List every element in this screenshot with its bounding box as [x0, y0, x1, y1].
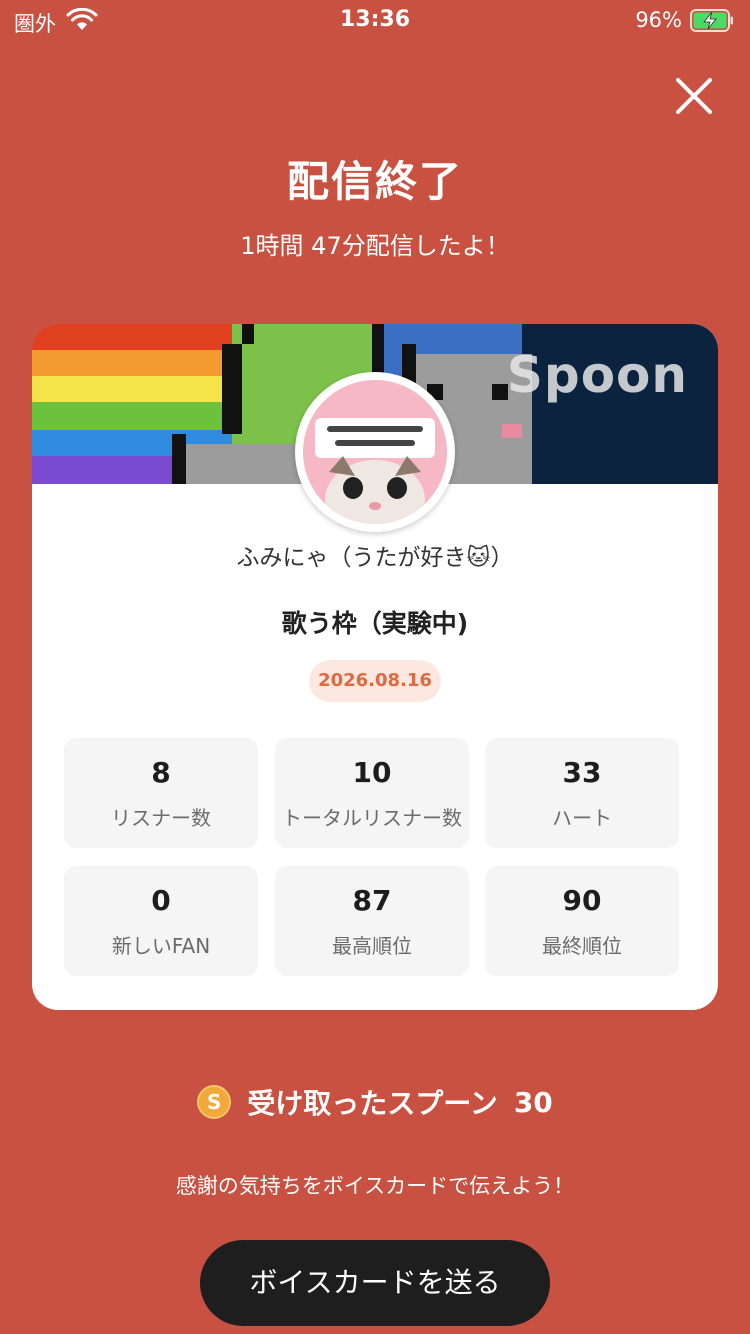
status-bar: 圏外 13:36 96% — [0, 0, 750, 44]
stat-highest-rank: 87 最高順位 — [275, 866, 469, 976]
close-icon[interactable] — [672, 74, 716, 118]
stat-new-fans: 0 新しいFAN — [64, 866, 258, 976]
send-voice-card-button[interactable]: ボイスカードを送る — [200, 1240, 550, 1326]
battery-percent: 96% — [635, 8, 682, 32]
stat-label: リスナー数 — [111, 806, 211, 830]
avatar[interactable] — [295, 372, 455, 532]
stat-label: トータルリスナー数 — [282, 806, 462, 830]
stat-label: 最高順位 — [332, 934, 412, 958]
stat-listeners: 8 リスナー数 — [64, 738, 258, 848]
broadcast-duration: 1時間 47分配信したよ！ — [240, 232, 510, 260]
page-title: 配信終了 — [286, 157, 463, 206]
dj-name: ふみにゃ（うたが好き🐱） — [236, 545, 514, 571]
stat-value: 8 — [151, 756, 171, 789]
stat-total-listeners: 10 トータルリスナー数 — [275, 738, 469, 848]
stat-value: 90 — [562, 884, 602, 917]
broadcast-date-badge: 2026.08.16 — [309, 660, 441, 702]
stat-label: 新しいFAN — [111, 934, 211, 958]
stat-label: 最終順位 — [542, 934, 622, 958]
stat-value: 10 — [352, 756, 392, 789]
stat-value: 0 — [151, 884, 171, 917]
spoon-coin-icon: S — [197, 1085, 232, 1119]
broadcast-summary-card: Spoon ふみにゃ（うたが好き🐱） 歌う枠（実験中) 2026.08.16 8… — [32, 324, 718, 1010]
stat-final-rank: 90 最終順位 — [485, 866, 679, 976]
received-spoons-label: 受け取ったスプーン — [247, 1087, 498, 1120]
broadcast-title: 歌う枠（実験中) — [281, 609, 469, 638]
avatar-image — [303, 380, 447, 524]
stat-hearts: 33 ハート — [485, 738, 679, 848]
thanks-message: 感謝の気持ちをボイスカードで伝えよう！ — [175, 1174, 575, 1198]
spoon-logo: Spoon — [506, 346, 688, 404]
received-spoons: S 受け取ったスプーン 30 — [0, 1082, 750, 1126]
stat-value: 33 — [562, 756, 602, 789]
stat-label: ハート — [552, 806, 612, 830]
battery-charging-icon — [690, 9, 733, 32]
stat-value: 87 — [352, 884, 392, 917]
received-spoons-count: 30 — [513, 1085, 553, 1119]
